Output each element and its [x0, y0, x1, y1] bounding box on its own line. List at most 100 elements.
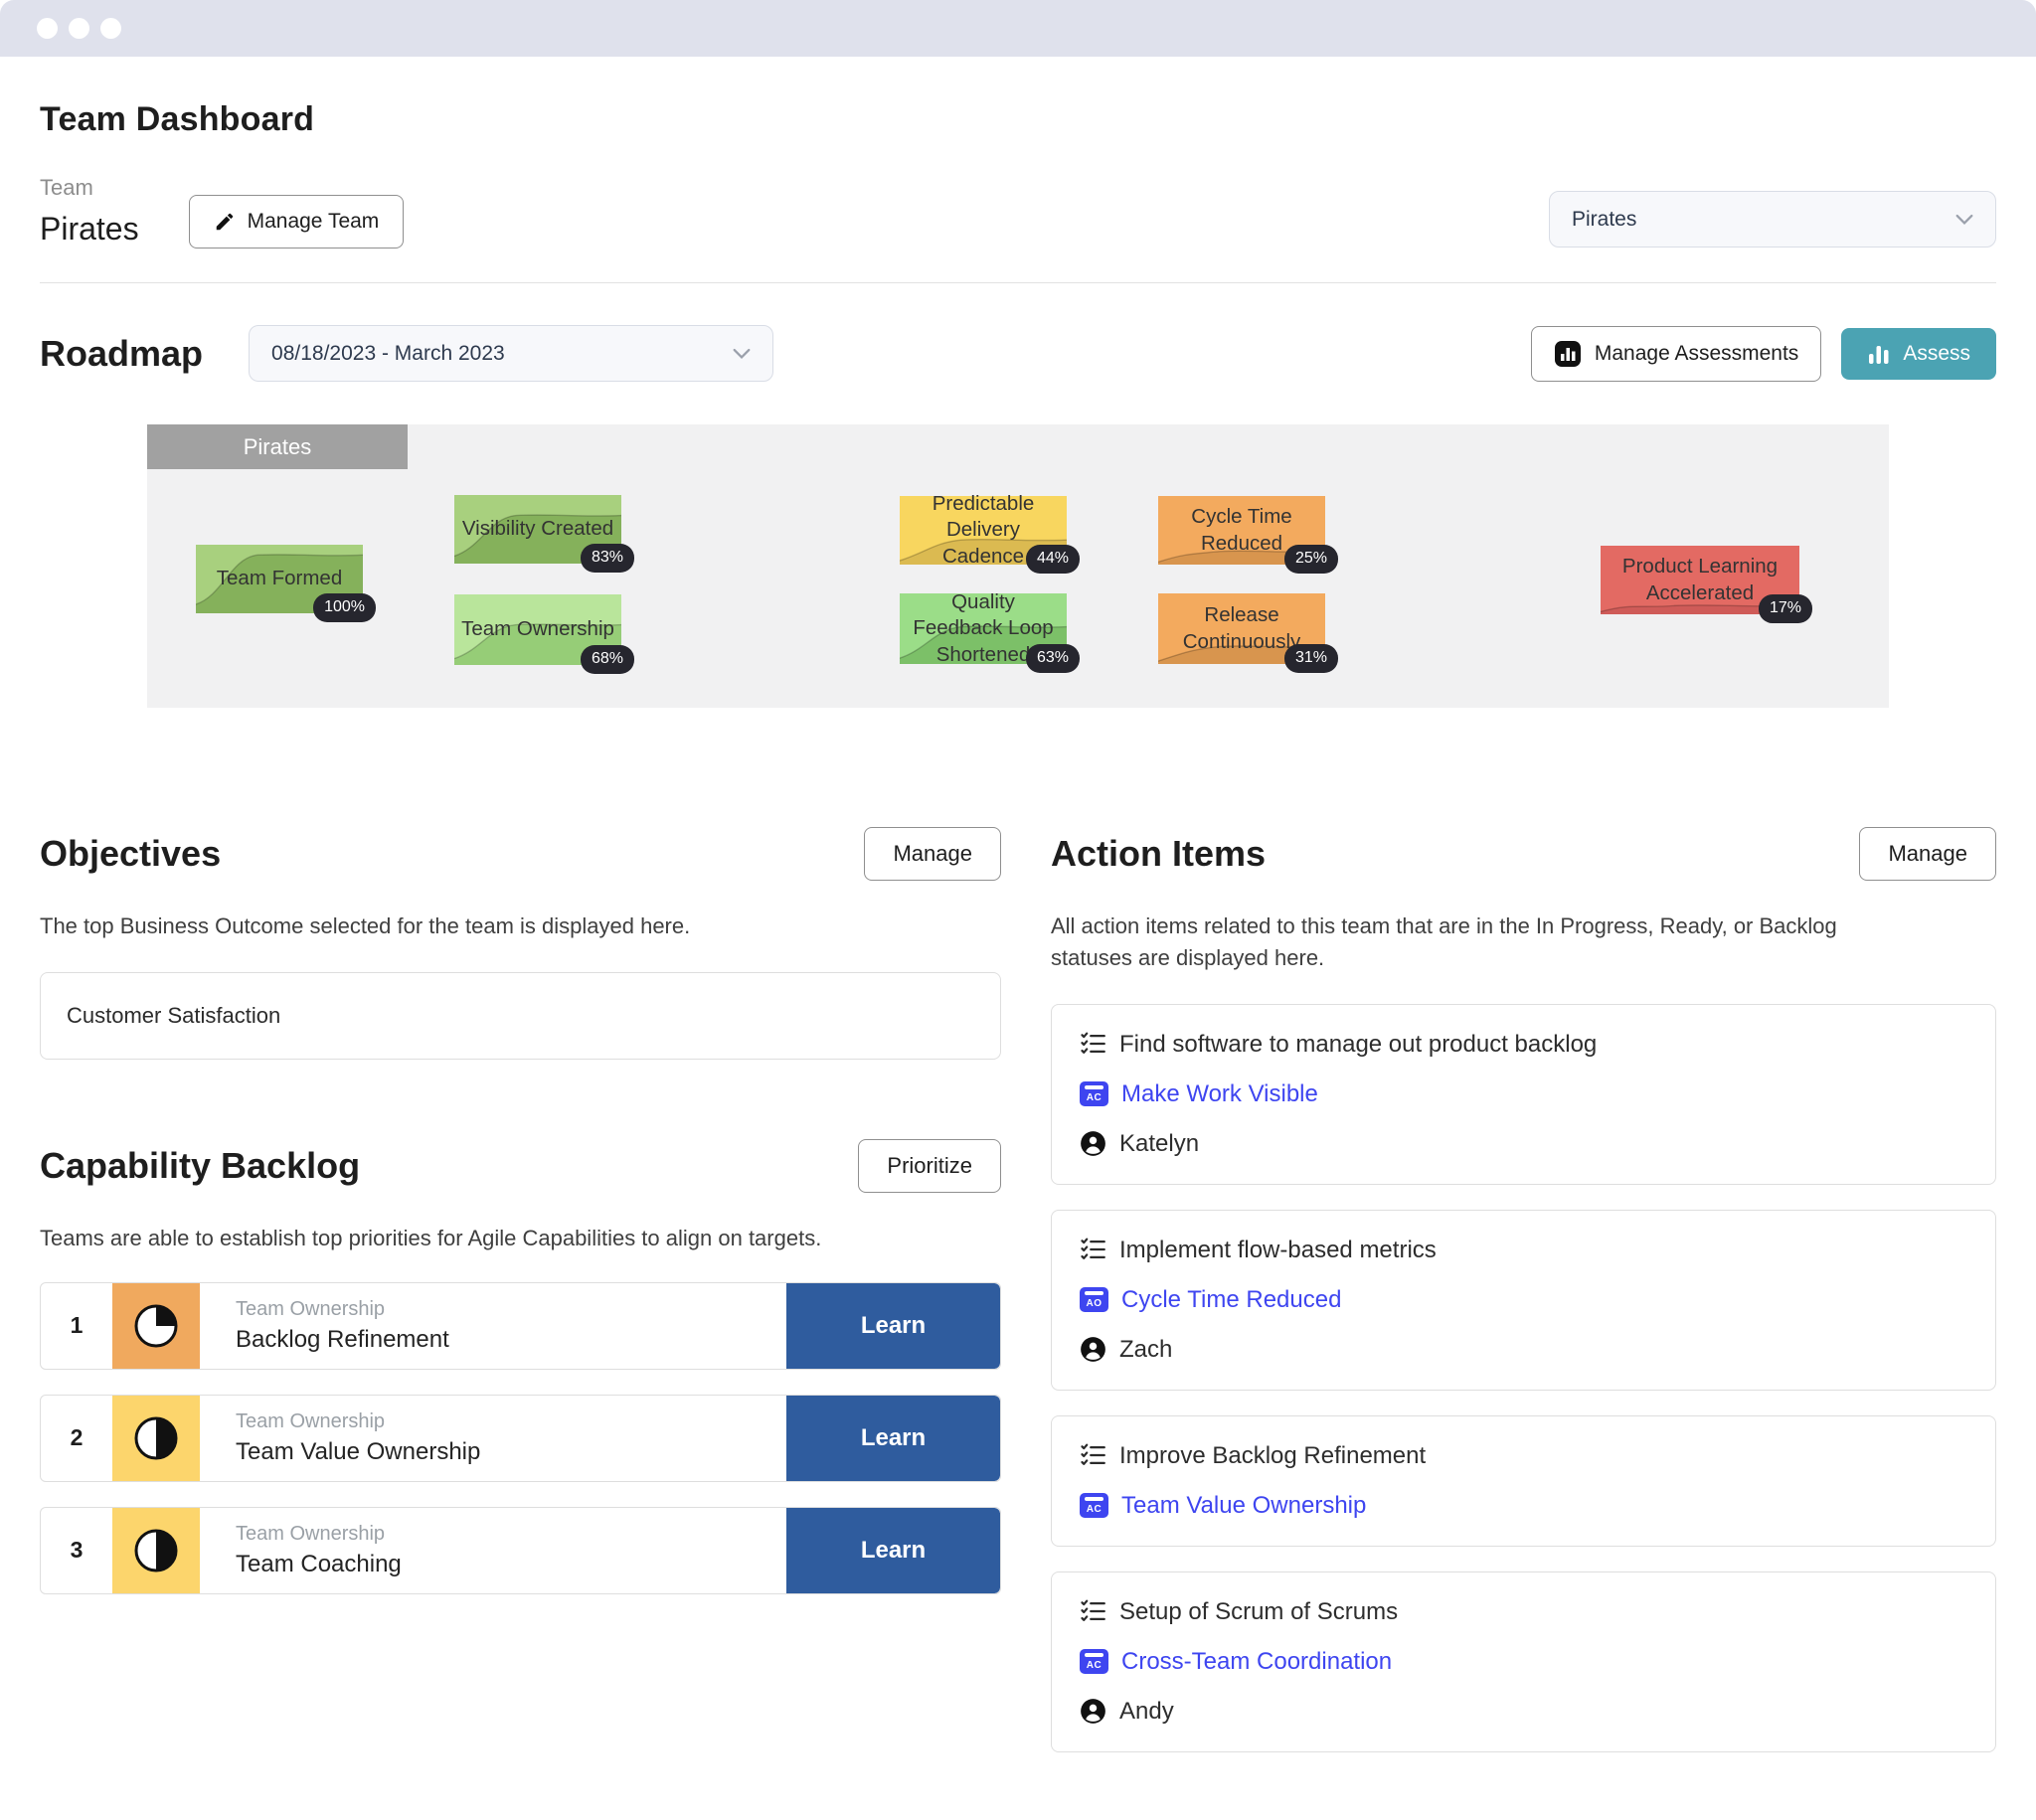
manage-assessments-button[interactable]: Manage Assessments [1531, 326, 1821, 382]
action-item-link[interactable]: Make Work Visible [1121, 1080, 1318, 1108]
backlog-category: Team Ownership [236, 1410, 786, 1433]
roadmap-heading: Roadmap [40, 333, 203, 375]
capability-badge-letters: AO [1080, 1295, 1108, 1312]
person-icon [1080, 1336, 1106, 1363]
action-item-title: Implement flow-based metrics [1119, 1237, 1437, 1264]
roadmap-card-percent-badge: 63% [1026, 644, 1080, 673]
capability-backlog-list: 1 Team Ownership Backlog Refinement Lear… [40, 1282, 1001, 1594]
capability-backlog-row[interactable]: 3 Team Ownership Team Coaching Learn [40, 1507, 1001, 1594]
roadmap-card[interactable]: Release Continuously 31% [1158, 593, 1325, 664]
checklist-icon [1080, 1598, 1106, 1625]
capability-badge-icon: AO [1080, 1287, 1108, 1312]
action-items-heading: Action Items [1051, 833, 1266, 875]
objectives-manage-button[interactable]: Manage [864, 827, 1001, 881]
team-label: Team [40, 175, 139, 201]
chevron-down-icon [733, 348, 751, 360]
capability-backlog-heading: Capability Backlog [40, 1145, 360, 1187]
action-item-card[interactable]: Implement flow-based metrics AO Cycle Ti… [1051, 1210, 1996, 1391]
backlog-title: Team Value Ownership [236, 1438, 786, 1466]
action-items-description: All action items related to this team th… [1051, 910, 1906, 974]
team-row: Team Pirates Manage Team Pirates [40, 173, 1996, 248]
objectives-heading: Objectives [40, 833, 221, 875]
roadmap-card-label: Visibility Created [462, 516, 613, 543]
roadmap-card-percent-badge: 17% [1759, 594, 1812, 623]
action-items-manage-button[interactable]: Manage [1859, 827, 1996, 881]
roadmap-card-percent-badge: 83% [581, 544, 634, 573]
checklist-icon [1080, 1031, 1106, 1058]
roadmap-date-select[interactable]: 08/18/2023 - March 2023 [249, 325, 773, 382]
action-items-list: Find software to manage out product back… [1051, 1004, 1996, 1752]
team-name: Pirates [40, 211, 139, 248]
objectives-description: The top Business Outcome selected for th… [40, 910, 1001, 942]
action-item-owner: Andy [1119, 1698, 1174, 1726]
action-item-owner: Katelyn [1119, 1130, 1199, 1158]
capability-badge-letters: AC [1080, 1089, 1108, 1106]
page-title: Team Dashboard [40, 100, 1996, 139]
assess-button[interactable]: Assess [1841, 328, 1996, 380]
half-circle-icon [133, 1415, 179, 1461]
pie-quarter-icon [133, 1303, 179, 1349]
bar-chart-icon [1867, 342, 1891, 366]
capability-badge-icon: AC [1080, 1649, 1108, 1674]
roadmap-card[interactable]: Cycle Time Reduced 25% [1158, 496, 1325, 565]
roadmap-card-percent-badge: 25% [1284, 545, 1338, 574]
roadmap-card-percent-badge: 100% [313, 593, 376, 622]
chevron-down-icon [1955, 214, 1973, 226]
backlog-rank: 2 [41, 1396, 112, 1481]
roadmap-card[interactable]: Visibility Created 83% [454, 495, 621, 564]
half-circle-icon [133, 1528, 179, 1573]
roadmap-card[interactable]: Team Ownership 68% [454, 594, 621, 665]
roadmap-card-label: Team Formed [217, 566, 342, 592]
roadmap-card[interactable]: Product Learning Accelerated 17% [1601, 546, 1799, 614]
team-select-value: Pirates [1572, 208, 1636, 232]
action-item-title: Setup of Scrum of Scrums [1119, 1598, 1398, 1626]
roadmap-team-tab: Pirates [147, 424, 408, 469]
checklist-icon [1080, 1442, 1106, 1469]
prioritize-button[interactable]: Prioritize [858, 1139, 1001, 1193]
team-select[interactable]: Pirates [1549, 191, 1996, 248]
manage-team-button[interactable]: Manage Team [189, 195, 405, 248]
learn-button[interactable]: Learn [786, 1396, 1000, 1481]
roadmap-card[interactable]: Team Formed 100% [196, 545, 363, 613]
roadmap-card[interactable]: Predictable Delivery Cadence 44% [900, 496, 1067, 565]
capability-badge-letters: AC [1080, 1501, 1108, 1518]
capability-backlog-row[interactable]: 2 Team Ownership Team Value Ownership Le… [40, 1395, 1001, 1482]
bar-chart-box-icon [1554, 340, 1582, 368]
backlog-title: Team Coaching [236, 1551, 786, 1578]
backlog-color-swatch [112, 1508, 200, 1593]
manage-assessments-label: Manage Assessments [1595, 342, 1798, 366]
learn-button[interactable]: Learn [786, 1283, 1000, 1369]
action-item-card[interactable]: Setup of Scrum of Scrums AC Cross-Team C… [1051, 1572, 1996, 1752]
action-item-link[interactable]: Cycle Time Reduced [1121, 1286, 1341, 1314]
backlog-color-swatch [112, 1283, 200, 1369]
capability-backlog-row[interactable]: 1 Team Ownership Backlog Refinement Lear… [40, 1282, 1001, 1370]
action-item-link[interactable]: Team Value Ownership [1121, 1492, 1366, 1520]
action-item-owner: Zach [1119, 1336, 1172, 1364]
person-icon [1080, 1698, 1106, 1725]
learn-button[interactable]: Learn [786, 1508, 1000, 1593]
action-item-link[interactable]: Cross-Team Coordination [1121, 1648, 1392, 1676]
capability-badge-icon: AC [1080, 1081, 1108, 1106]
backlog-rank: 1 [41, 1283, 112, 1369]
roadmap-card-percent-badge: 31% [1284, 644, 1338, 673]
window-dot-icon[interactable] [69, 18, 89, 39]
capability-backlog-description: Teams are able to establish top prioriti… [40, 1223, 1001, 1254]
business-outcome-card[interactable]: Customer Satisfaction [40, 972, 1001, 1060]
capability-badge-letters: AC [1080, 1657, 1108, 1674]
divider [40, 282, 1996, 283]
action-item-title: Find software to manage out product back… [1119, 1031, 1597, 1059]
roadmap-date-value: 08/18/2023 - March 2023 [271, 342, 505, 366]
roadmap-card[interactable]: Quality Feedback Loop Shortened 63% [900, 593, 1067, 664]
roadmap-card-percent-badge: 68% [581, 645, 634, 674]
window-dot-icon[interactable] [37, 18, 58, 39]
action-item-card[interactable]: Find software to manage out product back… [1051, 1004, 1996, 1185]
action-item-title: Improve Backlog Refinement [1119, 1442, 1426, 1470]
action-item-card[interactable]: Improve Backlog Refinement AC Team Value… [1051, 1415, 1996, 1547]
roadmap-card-percent-badge: 44% [1026, 545, 1080, 574]
backlog-color-swatch [112, 1396, 200, 1481]
manage-team-label: Manage Team [248, 210, 380, 234]
backlog-category: Team Ownership [236, 1298, 786, 1321]
window-dot-icon[interactable] [100, 18, 121, 39]
pencil-icon [214, 211, 236, 233]
backlog-category: Team Ownership [236, 1523, 786, 1546]
